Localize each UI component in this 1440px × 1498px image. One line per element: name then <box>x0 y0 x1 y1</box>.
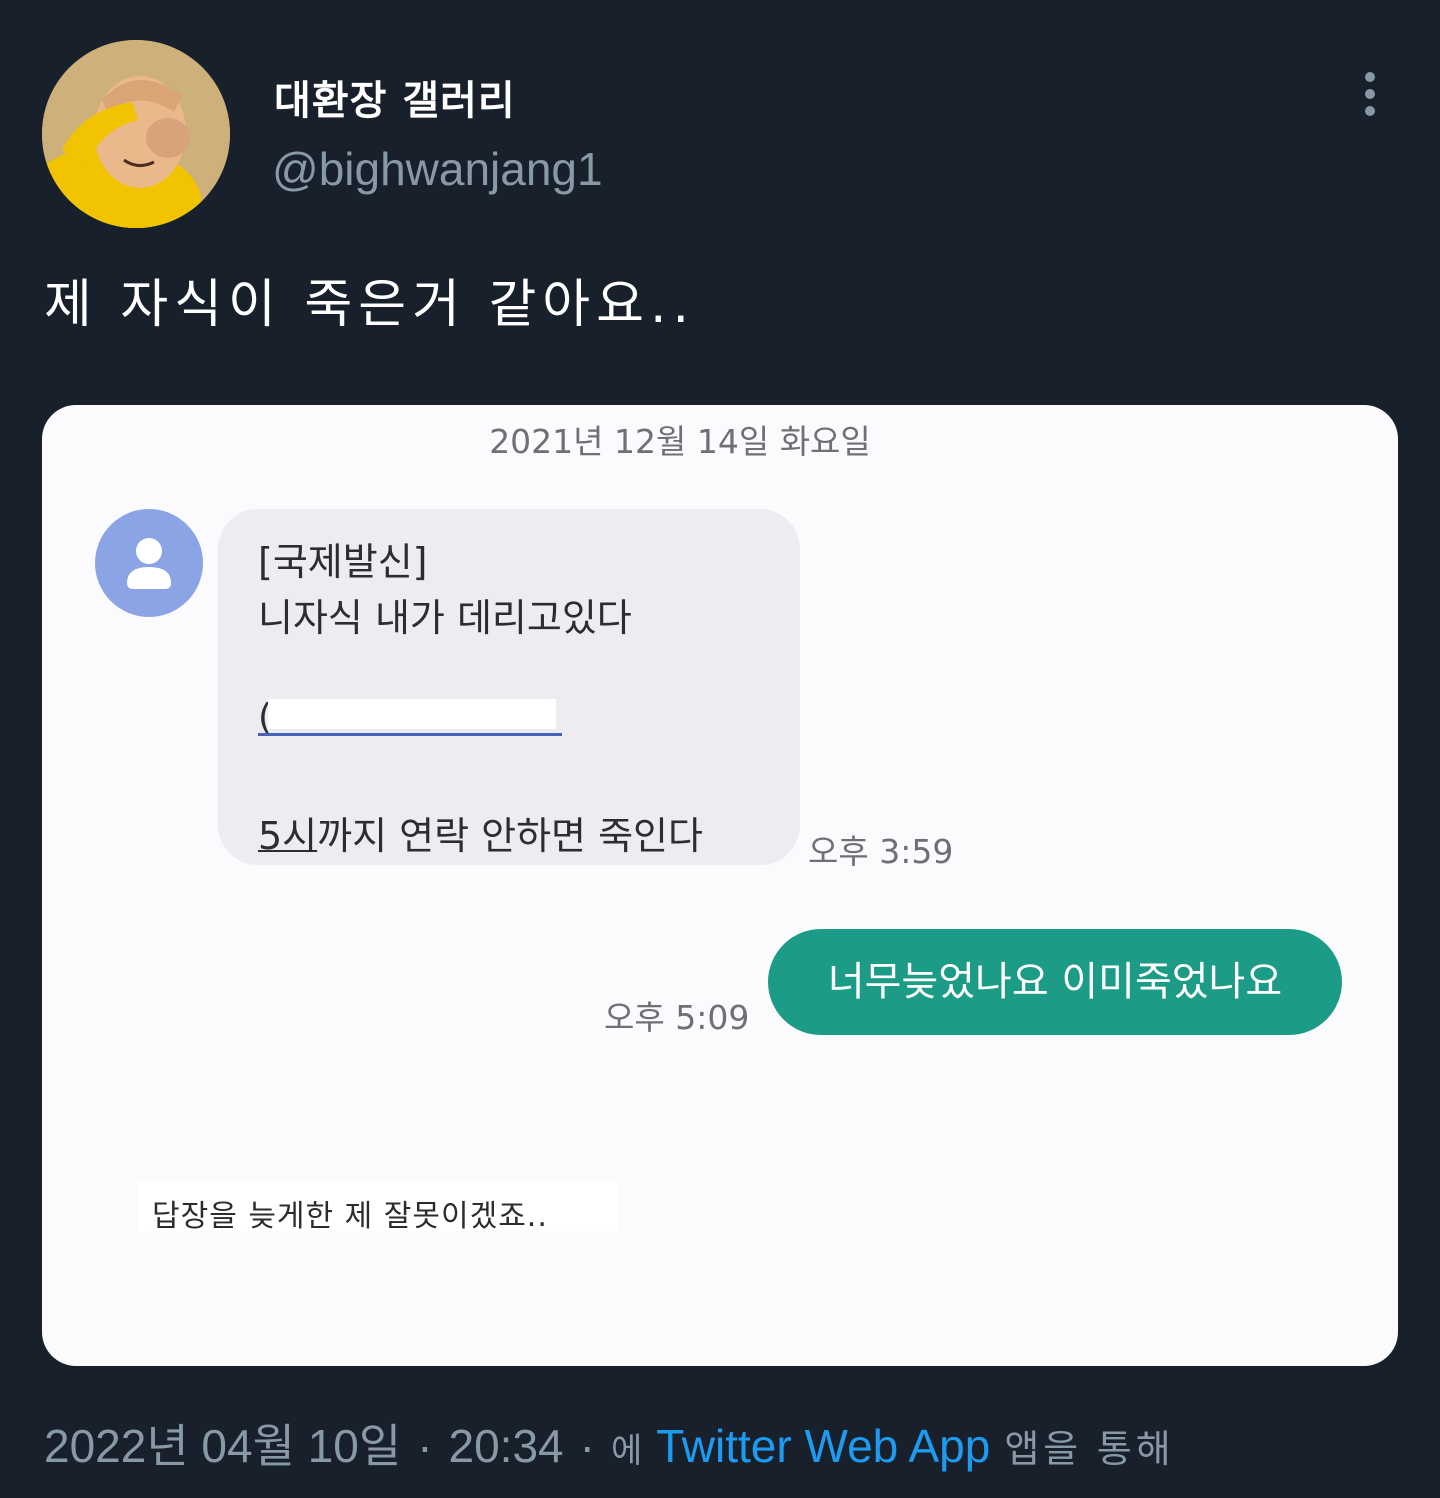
image-caption: 답장을 늦게한 제 잘못이겠죠.. <box>152 1199 548 1234</box>
tweet-time[interactable]: 20:34 <box>449 1420 564 1472</box>
more-dot <box>1365 72 1375 82</box>
incoming-line-header: [국제발신] <box>258 540 428 584</box>
avatar-image <box>42 40 230 228</box>
redaction-box <box>268 699 556 729</box>
person-icon <box>127 538 171 589</box>
more-options-icon[interactable] <box>1350 66 1390 122</box>
outgoing-message-bubble: 너무늦었나요 이미죽었나요 <box>768 929 1342 1035</box>
link-underline <box>258 733 562 736</box>
via-prefix: 에 <box>610 1432 643 1470</box>
incoming-line-deadline: 5시까지 연락 안하면 죽인다 <box>258 805 703 860</box>
deadline-time: 5시 <box>258 814 318 858</box>
redacted-link: ( <box>258 697 562 738</box>
more-dot <box>1365 106 1375 116</box>
tweet-text: 제 자식이 죽은거 같아요.. <box>44 275 696 335</box>
author-display-name[interactable]: 대환장 갤러리 <box>274 68 516 126</box>
deadline-rest: 까지 연락 안하면 죽인다 <box>317 814 703 858</box>
tweet-date[interactable]: 2022년 04월 10일 <box>44 1420 401 1472</box>
outgoing-timestamp: 오후 5:09 <box>604 998 750 1037</box>
incoming-line-threat: 니자식 내가 데리고있다 <box>258 596 632 640</box>
tweet-media-image[interactable]: 2021년 12월 14일 화요일 [국제발신] 니자식 내가 데리고있다 ( … <box>42 405 1398 1366</box>
contact-avatar <box>95 509 203 617</box>
incoming-message-bubble: [국제발신] 니자식 내가 데리고있다 ( 5시까지 연락 안하면 죽인다 <box>218 509 800 865</box>
via-suffix: 앱을 통해 <box>1004 1429 1175 1471</box>
tweet-metadata: 2022년 04월 10일 · 20:34 · 에 Twitter Web App 앱을 통… <box>44 1410 1175 1476</box>
more-dot <box>1365 89 1375 99</box>
sms-date-label: 2021년 12월 14일 화요일 <box>489 422 871 461</box>
meta-separator: · <box>579 1420 595 1472</box>
meta-separator: · <box>417 1420 433 1472</box>
author-handle[interactable]: @bighwanjang1 <box>272 142 603 196</box>
source-app-link[interactable]: Twitter Web App <box>656 1420 990 1472</box>
incoming-timestamp: 오후 3:59 <box>808 832 954 871</box>
author-avatar[interactable] <box>42 40 230 228</box>
